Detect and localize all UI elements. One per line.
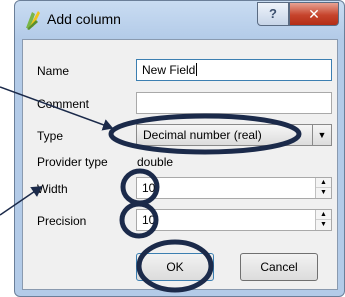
precision-label: Precision	[37, 214, 87, 228]
name-label: Name	[37, 64, 70, 78]
dialog-title: Add column	[47, 11, 121, 27]
ok-button[interactable]: OK	[136, 253, 214, 281]
cancel-button[interactable]: Cancel	[240, 253, 318, 281]
provider-type-value: double	[137, 155, 174, 169]
width-value: 10	[142, 181, 156, 195]
close-button[interactable]: ✕	[289, 2, 339, 26]
type-label: Type	[37, 129, 64, 143]
name-field[interactable]: New Field	[136, 59, 332, 81]
type-dropdown[interactable]: Decimal number (real) ▼	[136, 124, 332, 146]
type-dropdown-value: Decimal number (real)	[143, 128, 262, 142]
add-column-dialog: Add column ? ✕ Name New Field Comment Ty…	[14, 0, 345, 297]
precision-value: 10	[142, 213, 156, 227]
title-bar: Add column ? ✕	[15, 1, 344, 39]
precision-spinbox[interactable]: 10 ▲ ▼	[136, 209, 332, 231]
precision-spin-buttons: ▲ ▼	[315, 210, 331, 230]
provider-type-label: Provider type	[37, 155, 108, 169]
help-icon: ?	[269, 6, 277, 21]
name-field-value: New Field	[142, 63, 196, 77]
comment-field[interactable]	[136, 92, 332, 114]
dropdown-arrow-icon[interactable]: ▼	[312, 125, 331, 145]
spin-down-icon[interactable]: ▼	[316, 188, 331, 198]
qgis-logo-icon	[26, 11, 40, 30]
spin-up-icon[interactable]: ▲	[316, 210, 331, 220]
spin-up-icon[interactable]: ▲	[316, 178, 331, 188]
spin-down-icon[interactable]: ▼	[316, 220, 331, 230]
width-spinbox[interactable]: 10 ▲ ▼	[136, 177, 332, 199]
help-button[interactable]: ?	[257, 2, 289, 26]
text-caret	[196, 63, 198, 76]
width-spin-buttons: ▲ ▼	[315, 178, 331, 198]
comment-label: Comment	[37, 97, 90, 111]
width-label: Width	[37, 182, 68, 196]
dialog-body: Name New Field Comment Type Decimal numb…	[22, 39, 338, 290]
close-icon: ✕	[308, 6, 320, 22]
